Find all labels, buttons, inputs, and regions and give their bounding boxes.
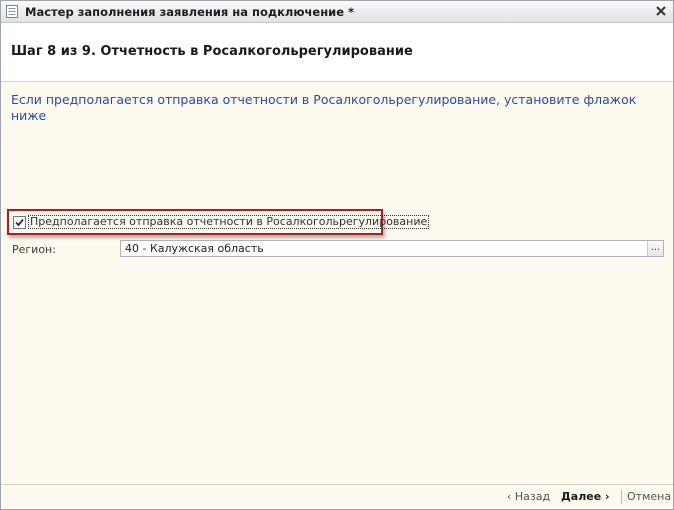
back-button-label: Назад	[514, 490, 551, 503]
next-button-label: Далее	[561, 490, 602, 503]
region-value[interactable]: 40 - Калужская область	[125, 242, 264, 255]
checkmark-icon	[15, 218, 24, 227]
step-title: Шаг 8 из 9. Отчетность в Росалкогольрегу…	[11, 44, 413, 59]
info-text: Если предполагается отправка отчетности …	[11, 92, 637, 123]
wizard-footer: ‹ Назад Далее › Отмена	[1, 484, 673, 510]
region-field[interactable]: 40 - Калужская область ...	[120, 240, 664, 257]
window-title: Мастер заполнения заявления на подключен…	[25, 5, 355, 19]
footer-divider	[621, 490, 622, 504]
reporting-checkbox[interactable]	[13, 216, 26, 229]
reporting-checkbox-label[interactable]: Предполагается отправка отчетности в Рос…	[28, 215, 430, 229]
cancel-button[interactable]: Отмена	[627, 490, 671, 503]
region-label: Регион:	[12, 243, 56, 256]
form-icon	[6, 5, 18, 18]
step-header: Шаг 8 из 9. Отчетность в Росалкогольрегу…	[1, 23, 673, 82]
title-bar: Мастер заполнения заявления на подключен…	[1, 1, 673, 23]
region-select-button[interactable]: ...	[647, 241, 663, 256]
close-icon[interactable]	[654, 4, 668, 18]
wizard-window: Мастер заполнения заявления на подключен…	[0, 0, 674, 510]
next-button[interactable]: Далее ›	[561, 490, 610, 503]
back-button[interactable]: ‹ Назад	[507, 490, 550, 503]
